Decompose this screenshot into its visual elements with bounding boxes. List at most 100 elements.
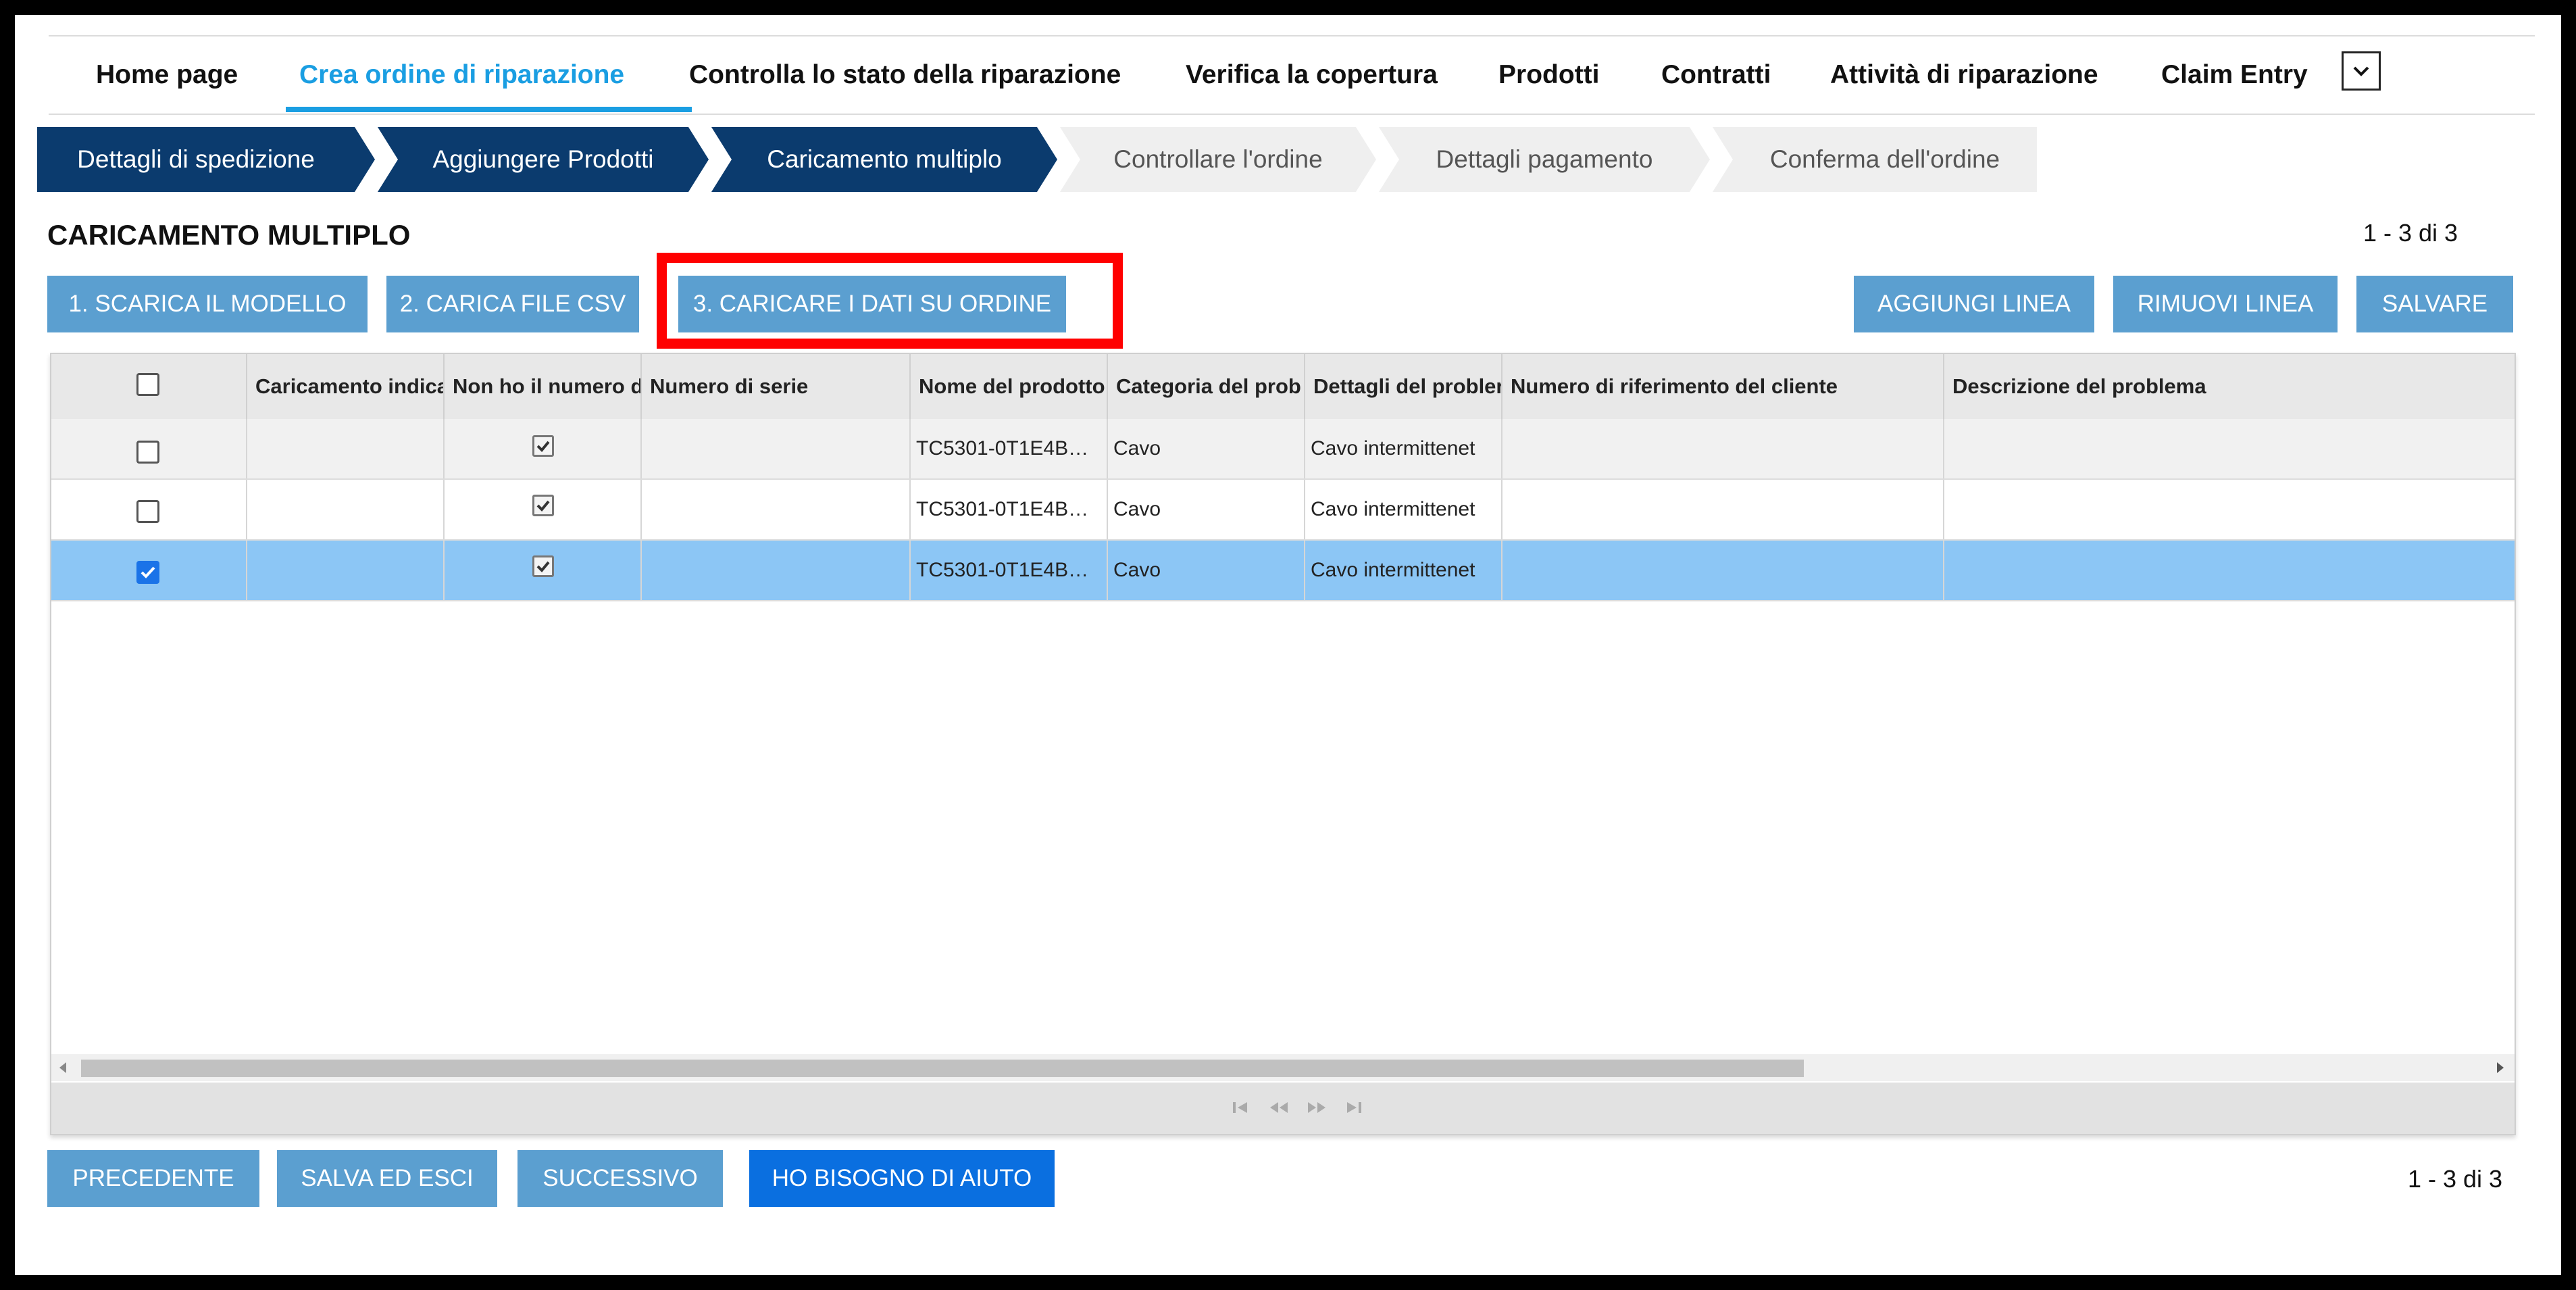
step-check-order[interactable]: Controllare l'ordine: [1060, 127, 1376, 192]
scrollbar-thumb[interactable]: [81, 1060, 1804, 1077]
step-order-confirmation[interactable]: Conferma dell'ordine: [1713, 127, 2037, 192]
col-problem-category[interactable]: Categoria del prob: [1108, 354, 1305, 419]
row-select-cell: [51, 480, 247, 539]
nav-more-button[interactable]: [2342, 51, 2381, 91]
step-label: Caricamento multiplo: [767, 145, 1002, 173]
check-icon: [536, 561, 550, 572]
next-button[interactable]: SUCCESSIVO: [517, 1150, 723, 1207]
last-page-icon[interactable]: [1343, 1099, 1363, 1116]
cell-no-serial: [445, 419, 642, 478]
no-serial-checkbox[interactable]: [532, 495, 554, 516]
cell-product-name[interactable]: TC5301-0T1E4B…: [911, 541, 1108, 600]
step-add-products[interactable]: Aggiungere Prodotti: [378, 127, 709, 192]
cell-no-serial: [445, 480, 642, 539]
check-icon: [536, 441, 550, 452]
cell-upload-indicator[interactable]: [247, 419, 445, 478]
step-label: Dettagli di spedizione: [77, 145, 315, 173]
grid-header: Caricamento indica Non ho il numero d Nu…: [51, 354, 2515, 420]
col-serial-number[interactable]: Numero di serie: [642, 354, 911, 419]
check-icon: [536, 500, 550, 512]
nav-repair-activity[interactable]: Attività di riparazione: [1830, 36, 2098, 111]
row-checkbox[interactable]: [136, 441, 159, 464]
page-title: CARICAMENTO MULTIPLO: [47, 219, 411, 251]
cell-upload-indicator[interactable]: [247, 541, 445, 600]
step-label: Dettagli pagamento: [1436, 145, 1653, 173]
chevron-down-icon: [2353, 66, 2369, 76]
cell-problem-category[interactable]: Cavo: [1108, 419, 1305, 478]
order-steps: Dettagli di spedizione Aggiungere Prodot…: [37, 127, 2037, 192]
step-label: Controllare l'ordine: [1113, 145, 1323, 173]
add-line-button[interactable]: AGGIUNGI LINEA: [1854, 276, 2094, 332]
app-window: Home page Crea ordine di riparazione Con…: [15, 15, 2561, 1275]
row-select-cell: [51, 541, 247, 600]
nav-verify-coverage[interactable]: Verifica la copertura: [1186, 36, 1438, 111]
nav-home[interactable]: Home page: [96, 36, 238, 111]
col-upload-indicator[interactable]: Caricamento indica: [247, 354, 445, 419]
row-checkbox[interactable]: [136, 561, 159, 584]
nav-claim-entry[interactable]: Claim Entry: [2161, 36, 2308, 111]
check-icon: [141, 566, 155, 578]
active-tab-indicator: [286, 107, 692, 112]
step-multiple-upload[interactable]: Caricamento multiplo: [711, 127, 1057, 192]
cell-customer-reference[interactable]: [1502, 541, 1944, 600]
step-label: Aggiungere Prodotti: [432, 145, 654, 173]
cell-problem-description[interactable]: [1944, 419, 2516, 478]
cell-customer-reference[interactable]: [1502, 480, 1944, 539]
no-serial-checkbox[interactable]: [532, 555, 554, 577]
save-and-exit-button[interactable]: SALVA ED ESCI: [277, 1150, 497, 1207]
help-button[interactable]: HO BISOGNO DI AIUTO: [749, 1150, 1055, 1207]
scroll-right-icon[interactable]: [2494, 1061, 2505, 1074]
table-row[interactable]: TC5301-0T1E4B… Cavo Cavo intermittenet: [51, 480, 2515, 541]
cell-serial-number[interactable]: [642, 419, 911, 478]
nav-create-repair-order[interactable]: Crea ordine di riparazione: [299, 36, 624, 111]
col-product-name[interactable]: Nome del prodotto: [911, 354, 1108, 419]
nav-repair-status[interactable]: Controlla lo stato della riparazione: [689, 36, 1121, 111]
pager-top: 1 - 3 di 3: [2363, 219, 2458, 247]
cell-problem-description[interactable]: [1944, 480, 2516, 539]
cell-product-name[interactable]: TC5301-0T1E4B…: [911, 480, 1108, 539]
scroll-left-icon[interactable]: [58, 1061, 69, 1074]
col-problem-details[interactable]: Dettagli del probler: [1305, 354, 1502, 419]
table-row[interactable]: TC5301-0T1E4B… Cavo Cavo intermittenet: [51, 419, 2515, 480]
col-customer-reference[interactable]: Numero di riferimento del cliente: [1502, 354, 1944, 419]
top-navigation: Home page Crea ordine di riparazione Con…: [49, 35, 2535, 115]
cell-problem-details[interactable]: Cavo intermittenet: [1305, 480, 1502, 539]
pager-bottom: 1 - 3 di 3: [2408, 1165, 2503, 1193]
first-page-icon[interactable]: [1231, 1099, 1251, 1116]
step-label: Conferma dell'ordine: [1769, 145, 2000, 173]
step-payment-details[interactable]: Dettagli pagamento: [1379, 127, 1710, 192]
save-button[interactable]: SALVARE: [2356, 276, 2513, 332]
previous-button[interactable]: PRECEDENTE: [47, 1150, 259, 1207]
next-page-icon[interactable]: [1305, 1099, 1328, 1116]
step-shipping-details[interactable]: Dettagli di spedizione: [37, 127, 375, 192]
upload-grid: Caricamento indica Non ho il numero d Nu…: [50, 353, 2516, 1135]
grid-pager: [51, 1083, 2515, 1134]
col-problem-description[interactable]: Descrizione del problema: [1944, 354, 2516, 419]
nav-products[interactable]: Prodotti: [1498, 36, 1599, 111]
download-template-button[interactable]: 1. SCARICA IL MODELLO: [47, 276, 368, 332]
remove-line-button[interactable]: RIMUOVI LINEA: [2113, 276, 2338, 332]
select-all-checkbox[interactable]: [136, 373, 159, 396]
upload-csv-button[interactable]: 2. CARICA FILE CSV: [386, 276, 639, 332]
cell-product-name[interactable]: TC5301-0T1E4B…: [911, 419, 1108, 478]
cell-problem-details[interactable]: Cavo intermittenet: [1305, 419, 1502, 478]
select-all-cell: [51, 354, 247, 419]
cell-problem-category[interactable]: Cavo: [1108, 480, 1305, 539]
horizontal-scrollbar[interactable]: [51, 1054, 2515, 1081]
cell-no-serial: [445, 541, 642, 600]
cell-upload-indicator[interactable]: [247, 480, 445, 539]
row-select-cell: [51, 419, 247, 478]
cell-problem-category[interactable]: Cavo: [1108, 541, 1305, 600]
cell-serial-number[interactable]: [642, 480, 911, 539]
nav-contracts[interactable]: Contratti: [1661, 36, 1771, 111]
row-checkbox[interactable]: [136, 500, 159, 523]
cell-problem-description[interactable]: [1944, 541, 2516, 600]
highlight-box: [657, 253, 1123, 349]
cell-customer-reference[interactable]: [1502, 419, 1944, 478]
no-serial-checkbox[interactable]: [532, 435, 554, 457]
previous-page-icon[interactable]: [1267, 1099, 1290, 1116]
table-row-selected[interactable]: TC5301-0T1E4B… Cavo Cavo intermittenet: [51, 541, 2515, 601]
cell-problem-details[interactable]: Cavo intermittenet: [1305, 541, 1502, 600]
cell-serial-number[interactable]: [642, 541, 911, 600]
col-no-serial[interactable]: Non ho il numero d: [445, 354, 642, 419]
